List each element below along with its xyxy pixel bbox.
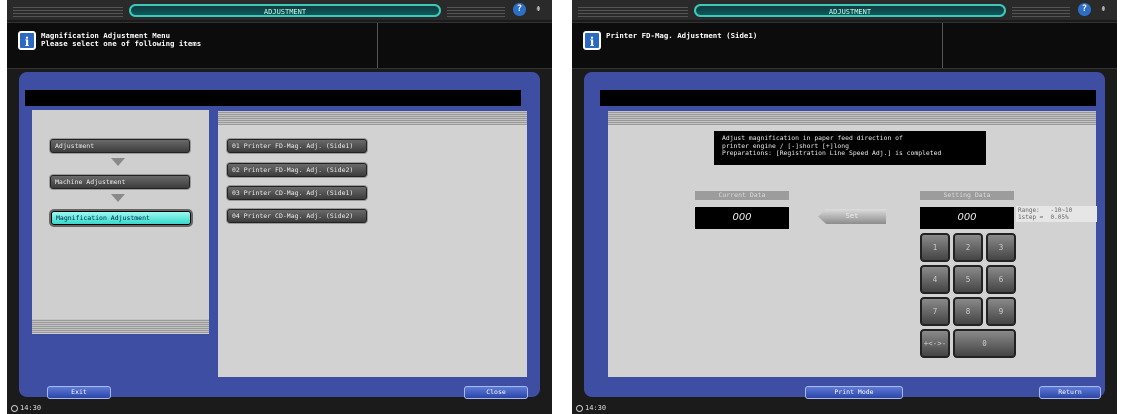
question-icon[interactable]: ?: [1078, 3, 1091, 16]
message-text: Magnification Adjustment Menu Please sel…: [41, 31, 202, 48]
menu-item-cd-side2[interactable]: 04 Printer CD-Mag. Adj. (Side2): [227, 209, 367, 223]
description-text: Adjust magnification in paper feed direc…: [714, 131, 986, 165]
clock-icon: [576, 404, 583, 412]
down-arrow-icon: [111, 194, 125, 202]
tree-panel-footer: [32, 319, 209, 333]
key-9[interactable]: 9: [986, 297, 1016, 326]
key-8[interactable]: 8: [953, 297, 983, 326]
close-button[interactable]: Close: [464, 386, 528, 399]
message-area: i Printer FD-Mag. Adjustment (Side1): [572, 22, 1117, 69]
header-strip: [600, 90, 1096, 106]
info-icon: i: [583, 31, 601, 50]
menu-item-fd-side1[interactable]: 01 Printer FD-Mag. Adj. (Side1): [227, 139, 367, 153]
clock-time: 14:30: [585, 404, 607, 412]
divider: [377, 23, 378, 68]
title-bar-decoration: [13, 5, 123, 17]
divider: [942, 23, 943, 68]
exit-button[interactable]: Exit: [47, 386, 111, 399]
key-7[interactable]: 7: [920, 297, 950, 326]
current-data-value: 000: [695, 207, 789, 229]
setting-data-value[interactable]: 000: [920, 207, 1014, 229]
setting-data-label: Setting Data: [920, 191, 1014, 200]
clock-time: 14:30: [20, 404, 42, 412]
tree-item-magnification-adjustment[interactable]: Magnification Adjustment: [51, 211, 191, 225]
menu-item-cd-side1[interactable]: 03 Printer CD-Mag. Adj. (Side1): [227, 186, 367, 200]
current-data-label: Current Data: [695, 191, 789, 200]
title-bar: ADJUSTMENT ? ⇞: [7, 0, 552, 20]
screen-title: ADJUSTMENT: [694, 4, 1006, 17]
clock-icon: [11, 404, 18, 412]
info-icon: i: [18, 31, 36, 50]
screen-title: ADJUSTMENT: [129, 4, 441, 17]
menu-panel-header: [218, 111, 527, 125]
set-button[interactable]: Set: [818, 209, 886, 224]
menu-item-fd-side2[interactable]: 02 Printer FD-Mag. Adj. (Side2): [227, 163, 367, 177]
down-arrow-icon: [111, 158, 125, 166]
range-info: Range: -10~10 1step = 0.05%: [1016, 206, 1097, 222]
title-bar-decoration: [447, 5, 505, 17]
sign-toggle-key[interactable]: +<->-: [920, 329, 950, 358]
status-bar: 14:30: [7, 403, 552, 414]
return-button[interactable]: Return: [1039, 386, 1101, 399]
question-icon[interactable]: ?: [513, 3, 526, 16]
key-5[interactable]: 5: [953, 265, 983, 294]
key-3[interactable]: 3: [986, 233, 1016, 262]
key-1[interactable]: 1: [920, 233, 950, 262]
header-strip: [25, 90, 521, 106]
tree-item-machine-adjustment[interactable]: Machine Adjustment: [50, 175, 190, 189]
title-bar-decoration: [1012, 5, 1070, 17]
key-0[interactable]: 0: [953, 329, 1016, 358]
key-4[interactable]: 4: [920, 265, 950, 294]
title-bar-decoration: [578, 5, 688, 17]
message-text: Printer FD-Mag. Adjustment (Side1): [606, 31, 758, 40]
print-mode-button[interactable]: Print Mode: [805, 386, 903, 399]
pushpin-icon[interactable]: ⇞: [532, 3, 545, 16]
status-bar: 14:30: [572, 403, 1117, 414]
key-6[interactable]: 6: [986, 265, 1016, 294]
adjustment-panel-header: [608, 111, 1096, 125]
left-screen: ADJUSTMENT ? ⇞ i Magnification Adjustmen…: [7, 0, 552, 414]
title-bar: ADJUSTMENT ? ⇞: [572, 0, 1117, 20]
tree-item-adjustment[interactable]: Adjustment: [50, 139, 190, 153]
message-area: i Magnification Adjustment Menu Please s…: [7, 22, 552, 69]
key-2[interactable]: 2: [953, 233, 983, 262]
pushpin-icon[interactable]: ⇞: [1097, 3, 1110, 16]
